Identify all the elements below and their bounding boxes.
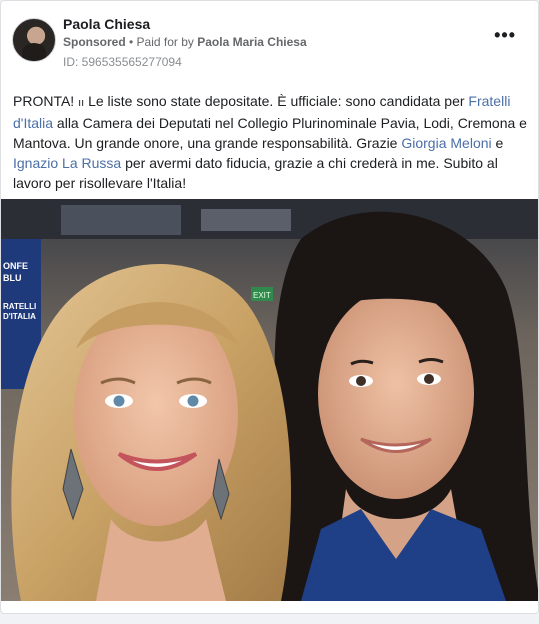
post-photo[interactable]: ONFE BLU RATELLI D'ITALIA EXIT — [1, 199, 538, 601]
link-giorgia-meloni[interactable]: Giorgia Meloni — [401, 135, 491, 151]
iris — [356, 376, 366, 386]
post-text: PRONTA! ıı Le liste sono state depositat… — [13, 91, 529, 193]
author-avatar[interactable] — [12, 18, 56, 62]
photo-svg: ONFE BLU RATELLI D'ITALIA EXIT — [1, 199, 538, 601]
banner-line-3: RATELLI — [3, 302, 36, 311]
paid-for-name: Paola Maria Chiesa — [197, 35, 307, 49]
banner-line-2: BLU — [3, 273, 22, 283]
text-part2: Le liste sono state depositate. È uffici… — [84, 93, 469, 109]
banner-line-4: D'ITALIA — [3, 312, 36, 321]
more-options-icon[interactable]: ••• — [494, 26, 516, 44]
link-ignazio-la-russa[interactable]: Ignazio La Russa — [13, 155, 121, 171]
iris — [187, 395, 199, 407]
text-part4: e — [491, 135, 504, 151]
banner-line-1: ONFE — [3, 261, 28, 271]
ad-id: ID: 596535565277094 — [63, 55, 182, 69]
post-header: Paola Chiesa Sponsored • Paid for by Pao… — [1, 1, 538, 85]
author-name[interactable]: Paola Chiesa — [63, 16, 150, 32]
paid-for-prefix: Paid for by — [136, 35, 198, 49]
ceiling-panel — [61, 205, 181, 235]
ceiling-panel — [201, 209, 291, 231]
sponsored-meta: Sponsored • Paid for by Paola Maria Chie… — [63, 35, 307, 49]
meta-separator: • — [125, 35, 137, 49]
iris — [113, 395, 125, 407]
iris — [424, 374, 434, 384]
sponsored-label: Sponsored — [63, 35, 126, 49]
text-part1: PRONTA! — [13, 93, 79, 109]
right-face — [318, 289, 474, 499]
exit-sign-text: EXIT — [253, 291, 271, 300]
ad-card: Paola Chiesa Sponsored • Paid for by Pao… — [0, 0, 539, 614]
